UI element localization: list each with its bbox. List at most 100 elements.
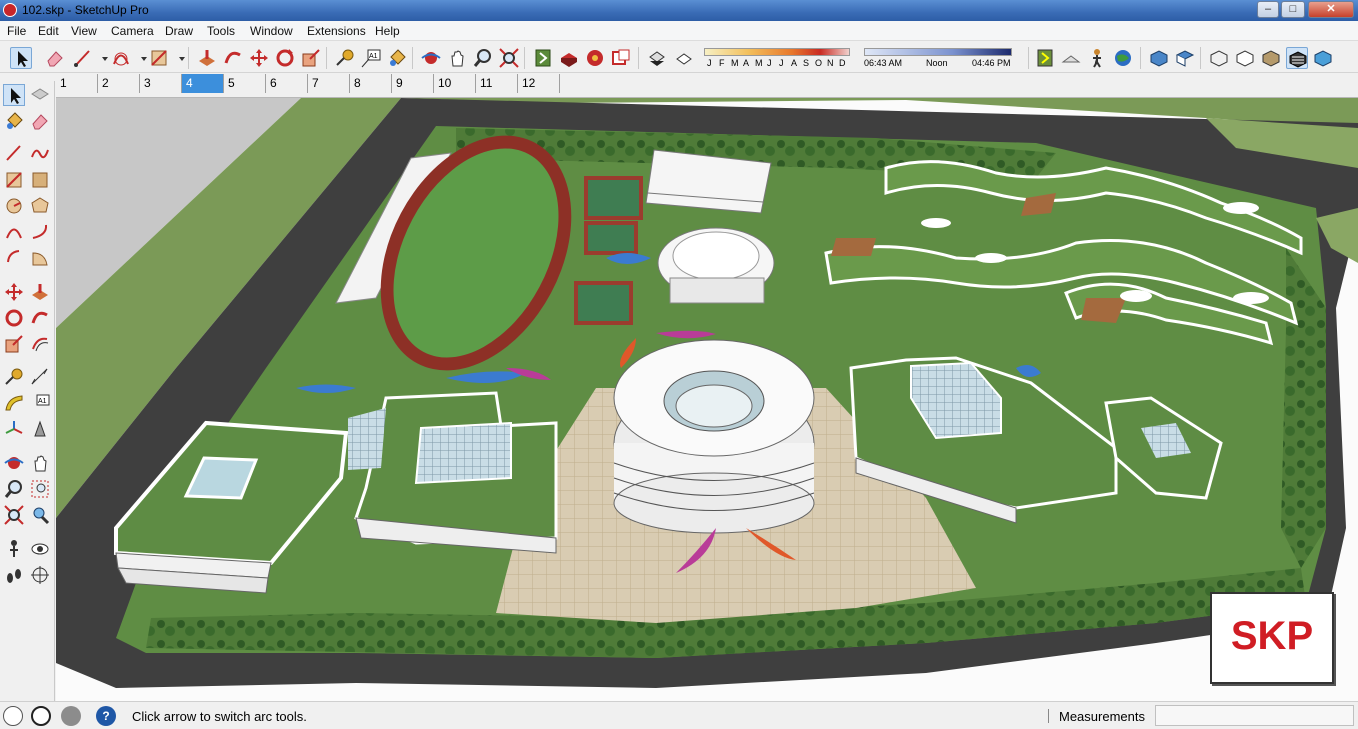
scene-tab-10[interactable]: 10	[434, 74, 476, 93]
scene-tab-6[interactable]: 6	[266, 74, 308, 93]
geo-location-icon[interactable]	[1112, 47, 1134, 69]
orbit-tool-icon[interactable]	[420, 47, 442, 69]
zoom-window-tool-icon[interactable]	[29, 478, 51, 500]
tape-measure-tool-icon[interactable]	[334, 47, 356, 69]
polygon-tool-icon[interactable]	[29, 195, 51, 217]
rotated-rectangle-tool-icon[interactable]	[29, 169, 51, 191]
offset-tool-icon[interactable]	[29, 333, 51, 355]
move-tool-icon[interactable]	[248, 47, 270, 69]
line-tool-icon[interactable]	[72, 47, 94, 69]
push-pull-tool-icon[interactable]	[196, 47, 218, 69]
fog-toggle-icon[interactable]	[673, 47, 695, 69]
three-point-arc-tool-icon[interactable]	[3, 247, 25, 269]
scene-tab-8[interactable]: 8	[350, 74, 392, 93]
pan-tool-icon[interactable]	[29, 452, 51, 474]
scene-tab-11[interactable]: 11	[476, 74, 518, 93]
text-tool-icon[interactable]: A1	[360, 47, 382, 69]
two-point-arc-tool-icon[interactable]	[29, 221, 51, 243]
eraser-tool-icon[interactable]	[29, 110, 51, 132]
push-pull-tool-icon[interactable]	[29, 281, 51, 303]
rectangle-tool-icon[interactable]	[148, 47, 170, 69]
dimension-tool-icon[interactable]	[29, 366, 51, 388]
geo-location-status-icon[interactable]	[3, 706, 23, 726]
walk-tool-icon[interactable]	[3, 564, 25, 586]
3d-text-tool-icon[interactable]	[29, 418, 51, 440]
menu-tools[interactable]: Tools	[207, 24, 235, 38]
chevron-down-icon[interactable]	[94, 47, 108, 69]
position-camera-icon[interactable]	[1034, 47, 1056, 69]
look-around-icon[interactable]	[29, 538, 51, 560]
menu-extensions[interactable]: Extensions	[307, 24, 366, 38]
minimize-button[interactable]: –	[1257, 1, 1279, 18]
3d-warehouse-icon[interactable]	[532, 47, 554, 69]
follow-me-tool-icon[interactable]	[29, 307, 51, 329]
iso-view-icon[interactable]	[1148, 47, 1170, 69]
line-tool-icon[interactable]	[3, 142, 25, 164]
arc-tool-icon[interactable]	[110, 47, 132, 69]
components-icon[interactable]	[558, 47, 580, 69]
model-viewport[interactable]: SKP	[56, 97, 1358, 701]
move-tool-icon[interactable]	[3, 281, 25, 303]
scene-tab-4[interactable]: 4	[182, 74, 224, 93]
credits-info-icon[interactable]	[31, 706, 51, 726]
zoom-tool-icon[interactable]	[472, 47, 494, 69]
circle-tool-icon[interactable]	[3, 195, 25, 217]
menu-draw[interactable]: Draw	[165, 24, 193, 38]
menu-camera[interactable]: Camera	[111, 24, 154, 38]
scene-tab-12[interactable]: 12	[518, 74, 560, 93]
scale-tool-icon[interactable]	[300, 47, 322, 69]
text-tool-icon[interactable]: A1	[29, 392, 51, 414]
menu-window[interactable]: Window	[250, 24, 293, 38]
extension-warehouse-icon[interactable]	[584, 47, 606, 69]
chevron-down-icon[interactable]	[171, 47, 185, 69]
shadow-time-slider[interactable]: 06:43 AM Noon 04:46 PM	[864, 45, 1014, 69]
section-plane-icon[interactable]	[29, 564, 51, 586]
pie-tool-icon[interactable]	[29, 247, 51, 269]
menu-help[interactable]: Help	[375, 24, 400, 38]
menu-view[interactable]: View	[71, 24, 97, 38]
shadows-toggle-icon[interactable]	[646, 47, 668, 69]
position-camera-icon[interactable]	[3, 538, 25, 560]
xray-style-icon[interactable]	[1208, 47, 1230, 69]
paint-bucket-tool-icon[interactable]	[386, 47, 408, 69]
select-tool-icon[interactable]	[10, 47, 32, 69]
menu-edit[interactable]: Edit	[38, 24, 59, 38]
rectangle-tool-icon[interactable]	[3, 169, 25, 191]
scale-tool-icon[interactable]	[3, 333, 25, 355]
scene-tab-7[interactable]: 7	[308, 74, 350, 93]
sketchup-app-icon[interactable]	[3, 3, 17, 17]
pan-tool-icon[interactable]	[446, 47, 468, 69]
shaded-textures-style-icon[interactable]	[1286, 47, 1308, 69]
menu-file[interactable]: File	[7, 24, 26, 38]
tape-measure-tool-icon[interactable]	[3, 366, 25, 388]
make-component-icon[interactable]	[29, 84, 51, 106]
shadow-month-slider[interactable]: J F M A M J J A S O N D	[704, 45, 850, 69]
rotate-tool-icon[interactable]	[3, 307, 25, 329]
close-button[interactable]: ✕	[1308, 1, 1354, 18]
shaded-style-icon[interactable]	[1260, 47, 1282, 69]
eraser-tool-icon[interactable]	[44, 47, 66, 69]
scene-tab-1[interactable]: 1	[56, 74, 98, 93]
zoom-extents-tool-icon[interactable]	[498, 47, 520, 69]
walk-tool-icon[interactable]	[1086, 47, 1108, 69]
select-tool-icon[interactable]	[3, 84, 25, 106]
scene-tab-3[interactable]: 3	[140, 74, 182, 93]
maximize-button[interactable]: □	[1281, 1, 1305, 18]
monochrome-style-icon[interactable]	[1312, 47, 1334, 69]
add-location-icon[interactable]	[1060, 47, 1082, 69]
protractor-tool-icon[interactable]	[3, 392, 25, 414]
user-account-icon[interactable]	[61, 706, 81, 726]
axes-tool-icon[interactable]	[3, 418, 25, 440]
freehand-tool-icon[interactable]	[29, 142, 51, 164]
orbit-tool-icon[interactable]	[3, 452, 25, 474]
help-icon[interactable]: ?	[96, 706, 116, 726]
measurements-input[interactable]	[1155, 705, 1354, 726]
top-view-icon[interactable]	[1174, 47, 1196, 69]
wireframe-style-icon[interactable]	[1234, 47, 1256, 69]
scene-tab-5[interactable]: 5	[224, 74, 266, 93]
rotate-tool-icon[interactable]	[274, 47, 296, 69]
chevron-down-icon[interactable]	[133, 47, 147, 69]
arc-tool-icon[interactable]	[3, 221, 25, 243]
zoom-extents-tool-icon[interactable]	[3, 504, 25, 526]
follow-me-tool-icon[interactable]	[222, 47, 244, 69]
